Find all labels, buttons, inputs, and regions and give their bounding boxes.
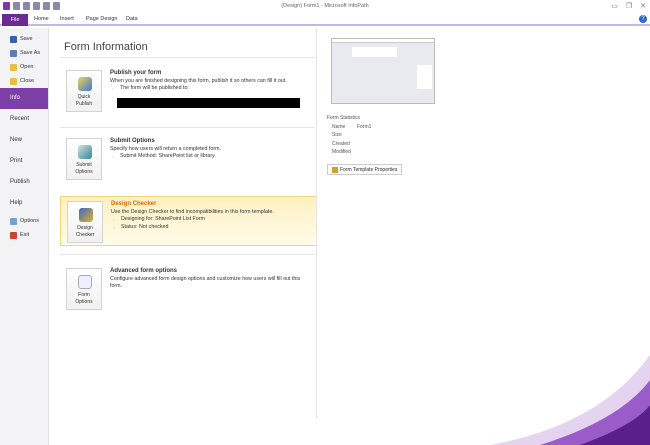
title-bar: (Design) Form1 - Microsoft InfoPath ▭ ❐ ✕ <box>0 0 650 14</box>
form-details-panel: Form Statistics Name Form1 Size Created M… <box>325 28 645 445</box>
label: Exit <box>20 232 30 238</box>
folder-close-icon <box>10 77 17 85</box>
label: Quick <box>77 94 91 100</box>
help-icon[interactable]: ? <box>639 15 647 23</box>
section-desc: Configure advanced form design options a… <box>110 275 301 290</box>
divider <box>60 57 315 58</box>
form-statistics: Form Statistics Name Form1 Size Created M… <box>327 114 371 157</box>
sidebar-item-recent[interactable]: Recent <box>0 109 48 130</box>
tab-file[interactable]: File <box>2 14 28 26</box>
sidebar-item-open[interactable]: Open <box>0 60 48 74</box>
label: Options <box>75 169 93 175</box>
divider <box>60 254 315 255</box>
section-desc: When you are finished designing this for… <box>110 77 287 84</box>
label: Submit <box>76 162 92 168</box>
design-checker-section: Design Checker Design Checker Use the Desi… <box>60 196 317 246</box>
sidebar-item-save[interactable]: Save <box>0 32 48 46</box>
redacted-location <box>117 98 300 108</box>
form-information-panel: Form Information Quick Publish Publish yo… <box>50 28 317 445</box>
section-title: Publish your form <box>110 70 162 76</box>
section-desc: Use the Design Checker to find incompati… <box>111 208 274 215</box>
save-as-icon <box>10 49 17 57</box>
section-desc: Specify how users will return a complete… <box>110 145 221 152</box>
sidebar-item-options[interactable]: Options <box>0 214 48 228</box>
sidebar-item-save-as[interactable]: Save As <box>0 46 48 60</box>
form-template-properties-button[interactable]: Form Template Properties <box>327 164 403 175</box>
stats-row: Modified <box>332 149 351 155</box>
label: Checker <box>75 232 95 238</box>
stats-row: Created <box>332 140 350 147</box>
quick-publish-button[interactable]: Quick Publish <box>66 70 102 112</box>
design-checker-icon <box>79 208 93 222</box>
form-thumbnail <box>331 38 435 104</box>
bullet: The form will be published to: <box>110 85 310 93</box>
label: Form <box>78 292 90 298</box>
divider <box>316 28 317 418</box>
sidebar-item-exit[interactable]: Exit <box>0 228 48 242</box>
form-options-icon <box>78 275 92 289</box>
label: Publish <box>75 101 93 107</box>
window-title: (Design) Form1 - Microsoft InfoPath <box>281 3 369 9</box>
label: Save <box>20 36 33 42</box>
section-title: Design Checker <box>111 201 157 207</box>
page-title: Form Information <box>64 41 148 53</box>
tab-insert[interactable]: Insert <box>60 16 74 22</box>
tab-data[interactable]: Data <box>126 16 138 22</box>
properties-icon <box>332 166 338 173</box>
backstage-sidebar: Save Save As Open Close Info Recent New … <box>0 28 49 445</box>
sidebar-item-close[interactable]: Close <box>0 74 48 88</box>
tab-home[interactable]: Home <box>34 16 49 22</box>
sidebar-item-print[interactable]: Print <box>0 151 48 172</box>
exit-icon <box>10 231 17 239</box>
section-title: Submit Options <box>110 138 155 144</box>
divider <box>60 127 315 128</box>
form-options-button[interactable]: Form Options <box>66 268 102 310</box>
stats-title: Form Statistics <box>327 115 361 121</box>
submit-icon <box>78 145 92 159</box>
label: Options <box>20 218 39 224</box>
stats-row: Size <box>332 132 342 138</box>
ribbon: File Home Insert Page Design Data ? <box>0 14 650 26</box>
sidebar-item-publish[interactable]: Publish <box>0 172 48 193</box>
submit-section: Submit Options Submit Options Specify how … <box>60 134 317 194</box>
options-icon <box>10 217 17 225</box>
bullet: Status: Not checked <box>111 224 311 232</box>
section-title: Advanced form options <box>110 268 178 274</box>
bullet: Designing for: SharePoint List Form <box>111 216 311 224</box>
publish-section: Quick Publish Publish your form When you a… <box>60 66 317 126</box>
label: Save As <box>20 50 41 56</box>
minimize-icon[interactable]: ▭ <box>611 2 618 10</box>
restore-icon[interactable]: ❐ <box>626 2 632 10</box>
folder-open-icon <box>10 63 17 71</box>
close-icon[interactable]: ✕ <box>640 2 646 10</box>
bullet: Submit Method: SharePoint list or librar… <box>110 153 310 161</box>
submit-options-button[interactable]: Submit Options <box>66 138 102 180</box>
label: Close <box>20 78 35 84</box>
advanced-section: Form Options Advanced form options Configu… <box>60 264 317 324</box>
sidebar-item-new[interactable]: New <box>0 130 48 151</box>
save-icon <box>10 35 17 43</box>
label: Open <box>20 64 34 70</box>
tab-page-design[interactable]: Page Design <box>86 16 118 22</box>
label: Design <box>77 225 93 231</box>
publish-icon <box>78 77 92 91</box>
sidebar-item-info[interactable]: Info <box>0 88 48 109</box>
label: Form Template Properties <box>340 166 398 173</box>
stats-row: Name Form1 <box>332 123 372 130</box>
design-checker-button[interactable]: Design Checker <box>67 201 103 243</box>
label: Options <box>75 299 93 305</box>
sidebar-item-help[interactable]: Help <box>0 193 48 214</box>
